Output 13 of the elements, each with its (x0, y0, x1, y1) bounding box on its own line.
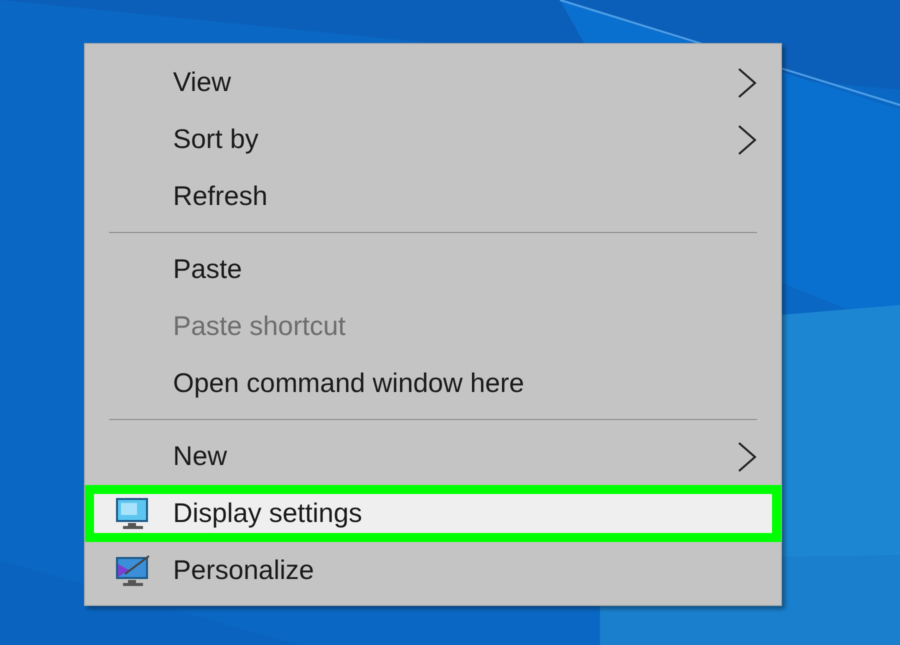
chevron-right-icon (737, 442, 757, 472)
menu-item[interactable]: Refresh (85, 168, 781, 225)
menu-item[interactable]: View (85, 54, 781, 111)
menu-item[interactable]: Open command window here (85, 355, 781, 412)
menu-item[interactable]: Sort by (85, 111, 781, 168)
chevron-right-icon (737, 125, 757, 155)
menu-item[interactable]: Paste (85, 241, 781, 298)
monitor-brush-icon (115, 554, 151, 588)
monitor-icon (115, 496, 151, 530)
chevron-right-icon (737, 68, 757, 98)
menu-item[interactable]: Personalize (85, 542, 781, 599)
menu-item[interactable]: New (85, 428, 781, 485)
menu-item[interactable]: Display settings (85, 485, 781, 542)
